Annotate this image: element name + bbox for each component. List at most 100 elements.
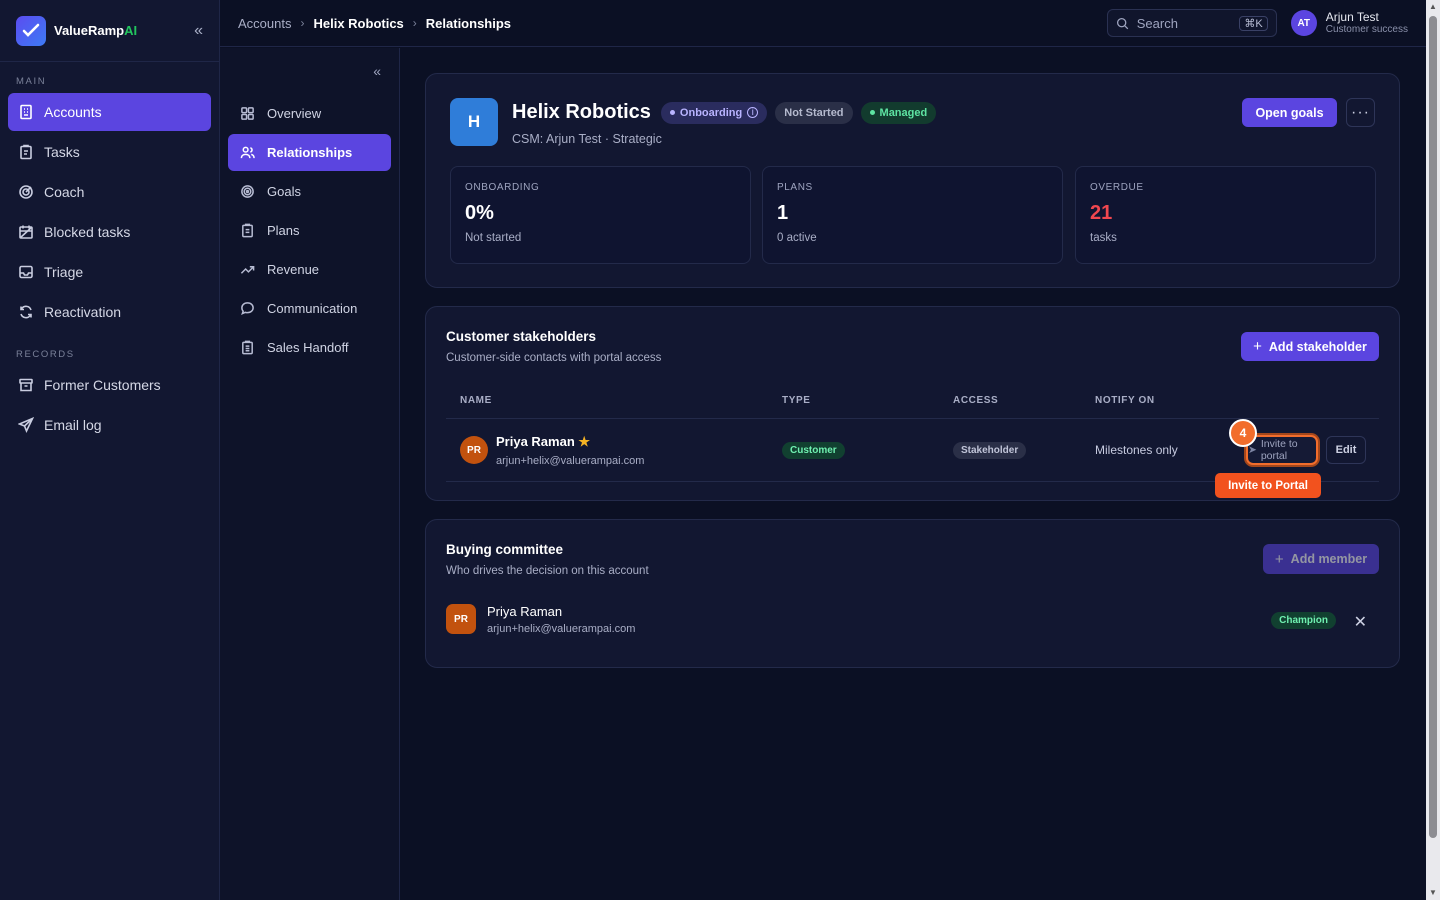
sidebar-item-label: Accounts <box>44 104 102 120</box>
onboarding-pill[interactable]: Onboarding i <box>660 101 768 124</box>
sidebar-item-label: Reactivation <box>44 304 122 320</box>
add-member-button[interactable]: + Add member <box>1263 544 1379 574</box>
sidebar-item-label: Former Customers <box>44 377 161 393</box>
stakeholder-name[interactable]: Priya Raman ★ <box>496 434 590 450</box>
tab-goals[interactable]: Goals <box>228 173 391 210</box>
sidebar-item-label: Email log <box>44 417 102 433</box>
scrollbar[interactable]: ▲ ▼ <box>1426 0 1440 900</box>
edit-stakeholder-button[interactable]: Edit <box>1326 436 1366 464</box>
account-header-card: H Helix Robotics Onboarding i Not Started… <box>425 73 1400 288</box>
not-started-pill: Not Started <box>775 101 853 124</box>
more-options-icon[interactable]: ··· <box>1346 98 1375 127</box>
tab-communication[interactable]: Communication <box>228 290 391 327</box>
trending-up-icon <box>240 265 255 274</box>
building-icon <box>20 104 32 120</box>
column-access: ACCESS <box>953 395 999 406</box>
tab-label: Relationships <box>267 145 353 160</box>
tab-label: Goals <box>267 184 301 199</box>
sidebar-item-label: Blocked tasks <box>44 224 131 240</box>
search-shortcut: ⌘K <box>1239 15 1268 31</box>
add-stakeholder-button[interactable]: + Add stakeholder <box>1241 332 1379 361</box>
brand-logo-icon[interactable] <box>16 15 46 46</box>
role-badge: Champion <box>1271 612 1336 629</box>
clipboard-icon <box>242 223 253 238</box>
target-icon <box>19 185 33 199</box>
invite-to-portal-button[interactable]: ➤ Invite to portal <box>1246 435 1318 465</box>
account-subnav: « Overview Relationships Goals Plans Rev… <box>220 48 400 900</box>
breadcrumb-account[interactable]: Helix Robotics <box>313 16 403 31</box>
sidebar-item-label: Tasks <box>44 144 80 160</box>
user-menu[interactable]: AT Arjun Test Customer success <box>1290 9 1408 36</box>
stakeholder-email: arjun+helix@valuerampai.com <box>496 455 645 467</box>
brand: ValueRampAI « <box>0 0 219 62</box>
chevron-right-icon: › <box>412 16 417 30</box>
clipboard-icon <box>20 144 32 160</box>
tab-label: Plans <box>267 223 300 238</box>
table-header: NAME TYPE ACCESS NOTIFY ON <box>446 387 1379 419</box>
stat-onboarding: ONBOARDING 0% Not started <box>450 166 751 264</box>
account-subtitle: CSM: Arjun Test · Strategic <box>512 132 662 146</box>
close-icon[interactable]: ✕ <box>1354 612 1367 632</box>
step-badge: 4 <box>1229 419 1257 447</box>
tab-sales-handoff[interactable]: Sales Handoff <box>228 329 391 366</box>
sidebar-item-former-customers[interactable]: Former Customers <box>8 366 211 404</box>
grid-icon <box>241 107 254 120</box>
tab-plans[interactable]: Plans <box>228 212 391 249</box>
column-type: TYPE <box>782 395 811 406</box>
sidebar-item-coach[interactable]: Coach <box>8 173 211 211</box>
collapse-sidebar-icon[interactable]: « <box>194 22 203 40</box>
tab-revenue[interactable]: Revenue <box>228 251 391 288</box>
archive-icon <box>19 378 33 392</box>
invite-tooltip: Invite to Portal <box>1215 473 1321 498</box>
sidebar-item-accounts[interactable]: Accounts <box>8 93 211 131</box>
scroll-thumb[interactable] <box>1429 16 1437 838</box>
tab-label: Sales Handoff <box>267 340 349 355</box>
customer-stakeholders-card: Customer stakeholders Customer-side cont… <box>425 306 1400 501</box>
calendar-off-icon <box>19 225 33 239</box>
member-email: arjun+helix@valuerampai.com <box>487 623 636 635</box>
send-icon <box>18 417 34 433</box>
top-bar: Accounts › Helix Robotics › Relationship… <box>220 0 1426 47</box>
user-role: Customer success <box>1325 24 1408 36</box>
section-label-records: RECORDS <box>16 349 75 360</box>
stat-plans: PLANS 1 0 active <box>762 166 1063 264</box>
sidebar-item-reactivation[interactable]: Reactivation <box>8 293 211 331</box>
tab-label: Communication <box>267 301 358 316</box>
tab-overview[interactable]: Overview <box>228 95 391 132</box>
sidebar-item-blocked-tasks[interactable]: Blocked tasks <box>8 213 211 251</box>
breadcrumb-accounts[interactable]: Accounts <box>238 16 291 31</box>
section-title: Buying committee <box>446 542 564 557</box>
clipboard-list-icon <box>242 340 253 355</box>
plus-icon: + <box>1253 338 1262 355</box>
info-icon: i <box>747 107 759 118</box>
scroll-up-icon[interactable]: ▲ <box>1428 2 1438 12</box>
main-sidebar: ValueRampAI « MAIN Accounts Tasks Coach … <box>0 0 220 900</box>
chevron-right-icon: › <box>300 16 305 30</box>
notify-value: Milestones only <box>1095 443 1178 457</box>
tab-label: Revenue <box>267 262 320 277</box>
open-goals-button[interactable]: Open goals <box>1242 98 1337 127</box>
sidebar-item-tasks[interactable]: Tasks <box>8 133 211 171</box>
search-placeholder: Search <box>1136 15 1178 31</box>
search-input[interactable]: Search ⌘K <box>1106 9 1277 37</box>
avatar: PR <box>460 436 488 464</box>
account-name: Helix Robotics <box>512 101 651 123</box>
breadcrumb: Accounts › Helix Robotics › Relationship… <box>238 16 511 31</box>
tab-relationships[interactable]: Relationships <box>228 134 391 171</box>
scroll-down-icon[interactable]: ▼ <box>1428 888 1438 898</box>
sidebar-item-email-log[interactable]: Email log <box>8 406 211 444</box>
sidebar-item-triage[interactable]: Triage <box>8 253 211 291</box>
send-icon: ➤ <box>1248 444 1257 456</box>
search-icon <box>1116 17 1128 29</box>
section-subtitle: Who drives the decision on this account <box>446 565 649 577</box>
buying-committee-card: Buying committee Who drives the decision… <box>425 519 1400 668</box>
section-label-main: MAIN <box>16 76 47 87</box>
user-name: Arjun Test <box>1325 9 1379 24</box>
sidebar-item-label: Coach <box>44 184 85 200</box>
breadcrumb-current: Relationships <box>425 15 512 31</box>
target-icon <box>241 185 254 198</box>
sidebar-item-label: Triage <box>44 264 84 280</box>
type-badge: Customer <box>782 442 845 459</box>
column-name: NAME <box>460 395 492 406</box>
collapse-subnav-icon[interactable]: « <box>373 63 381 79</box>
